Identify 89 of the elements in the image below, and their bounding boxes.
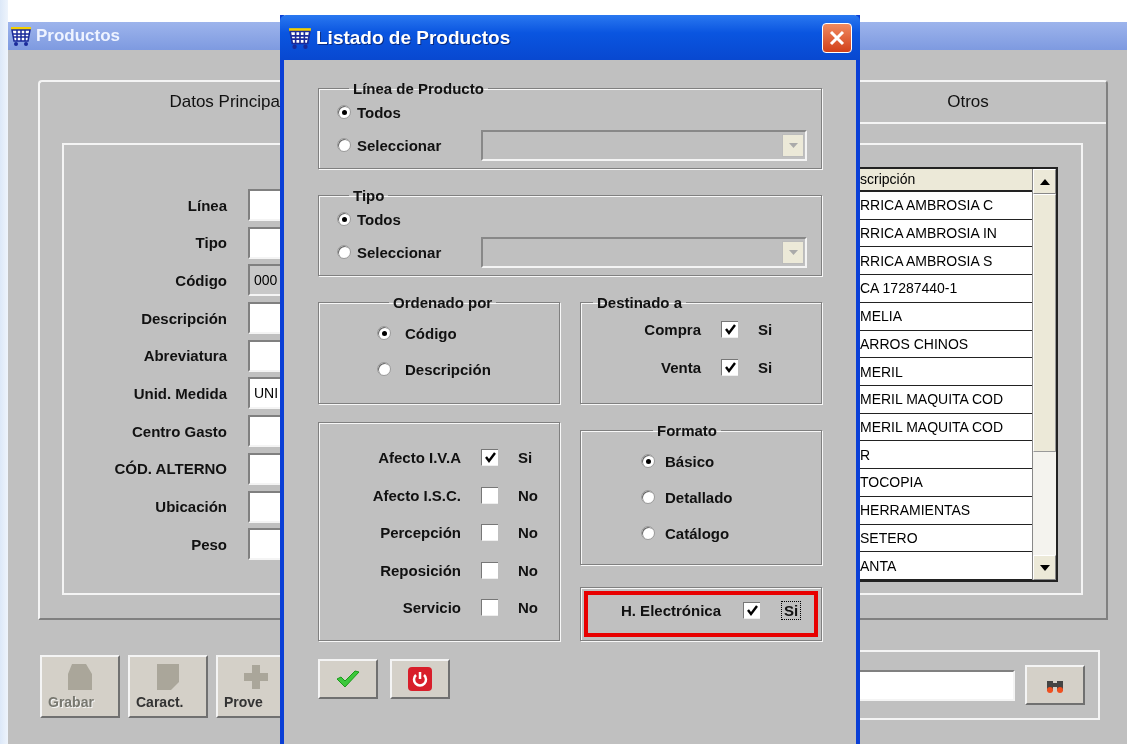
scrollbar[interactable] — [1032, 169, 1056, 580]
option-label: Seleccionar — [357, 136, 442, 154]
down-arrow-icon[interactable] — [1039, 564, 1050, 571]
option-label: Todos — [357, 210, 401, 228]
radio-button[interactable] — [337, 245, 351, 259]
input-field[interactable] — [248, 339, 280, 372]
checkbox-label: Afecto I.V.A — [377, 449, 461, 467]
checkbox-value: No — [518, 486, 538, 504]
checkbox-label: Afecto I.S.C. — [371, 486, 461, 504]
field-label: CÓD. ALTERNO — [113, 460, 227, 478]
close-button[interactable] — [822, 22, 852, 53]
up-arrow-icon[interactable] — [1039, 178, 1050, 185]
checkbox-value: No — [518, 561, 538, 579]
option-label: Descripción — [405, 360, 491, 378]
option-label: Todos — [357, 103, 401, 121]
checkbox-label: Percepción — [379, 524, 461, 542]
field-label: Abreviatura — [142, 347, 227, 365]
caret-icon — [782, 240, 804, 264]
tab[interactable]: Datos Principa — [40, 82, 280, 124]
checkbox-label: H. Electrónica — [619, 602, 721, 620]
input-field[interactable]: UNI — [248, 377, 280, 410]
group-title: Tipo — [352, 187, 386, 204]
group-title: Formato — [656, 422, 718, 439]
radio-button[interactable] — [377, 326, 391, 340]
input-field[interactable] — [248, 226, 280, 259]
checkbox[interactable] — [481, 561, 498, 579]
power-icon — [408, 667, 432, 691]
checkbox[interactable] — [481, 524, 498, 542]
checkbox[interactable] — [721, 321, 738, 339]
option-label: Básico — [665, 452, 715, 470]
radio-button[interactable] — [641, 526, 655, 540]
input-field[interactable] — [248, 415, 280, 448]
input-field[interactable] — [248, 528, 280, 561]
accept-button[interactable] — [318, 659, 378, 699]
field-label: Descripción — [140, 309, 227, 327]
cart-icon — [288, 25, 312, 50]
radio-button[interactable] — [641, 454, 655, 468]
exit-button[interactable] — [390, 659, 450, 699]
checkbox-value: Si — [758, 321, 773, 339]
checkbox-value: No — [518, 524, 538, 542]
checkbox-value: No — [518, 599, 538, 617]
checkbox[interactable] — [481, 449, 498, 467]
field-label: Centro Gasto — [131, 422, 227, 440]
group-title: Línea de Producto — [352, 80, 485, 97]
close-icon — [829, 29, 845, 46]
toolbar-button[interactable]: Caract. — [128, 655, 208, 718]
document-icon — [67, 663, 93, 691]
input-field[interactable] — [248, 490, 280, 523]
cart-icon — [10, 25, 32, 47]
field-label: Código — [174, 271, 227, 289]
radio-button[interactable] — [641, 490, 655, 504]
input-field[interactable] — [248, 452, 280, 485]
checkbox-value: Si — [518, 449, 533, 467]
checkbox-label: Reposición — [379, 561, 461, 579]
checkbox-label: Venta — [659, 358, 701, 376]
checkbox[interactable] — [721, 358, 738, 376]
check-icon — [335, 669, 361, 689]
field-label: Línea — [186, 196, 227, 214]
search-field[interactable] — [858, 669, 1015, 701]
page-icon — [155, 663, 181, 691]
checkbox-label: Servicio — [401, 599, 461, 617]
checkbox-label: Compra — [643, 321, 701, 339]
checkbox[interactable] — [481, 599, 498, 617]
plus-icon — [243, 663, 269, 691]
radio-button[interactable] — [377, 362, 391, 376]
column-header[interactable]: scripción — [860, 169, 1032, 192]
field-label: Ubicación — [154, 498, 227, 515]
input-field[interactable] — [248, 189, 280, 221]
search-button[interactable] — [1025, 665, 1085, 705]
field-label: Unid. Medida — [132, 384, 227, 402]
window-title: Productos — [36, 26, 121, 46]
group-title: Ordenado por — [392, 294, 494, 311]
option-label: Detallado — [665, 488, 733, 506]
field-label: Peso — [190, 535, 227, 553]
radio-button[interactable] — [337, 212, 351, 226]
input-field[interactable] — [248, 302, 280, 335]
option-label: Seleccionar — [357, 243, 442, 261]
checkbox-value: Si — [758, 358, 773, 376]
radio-button[interactable] — [337, 105, 351, 119]
checkbox[interactable] — [481, 486, 498, 504]
checkbox[interactable] — [743, 602, 760, 620]
group-title: Destinado a — [596, 294, 684, 311]
field-label: Tipo — [194, 234, 227, 252]
caret-icon — [782, 133, 804, 157]
checkbox-value: Si — [782, 602, 801, 620]
option-label: Catálogo — [665, 524, 730, 542]
option-label: Código — [405, 324, 457, 342]
dialog-title: Listado de Productos — [316, 26, 511, 49]
radio-button[interactable] — [337, 138, 351, 152]
